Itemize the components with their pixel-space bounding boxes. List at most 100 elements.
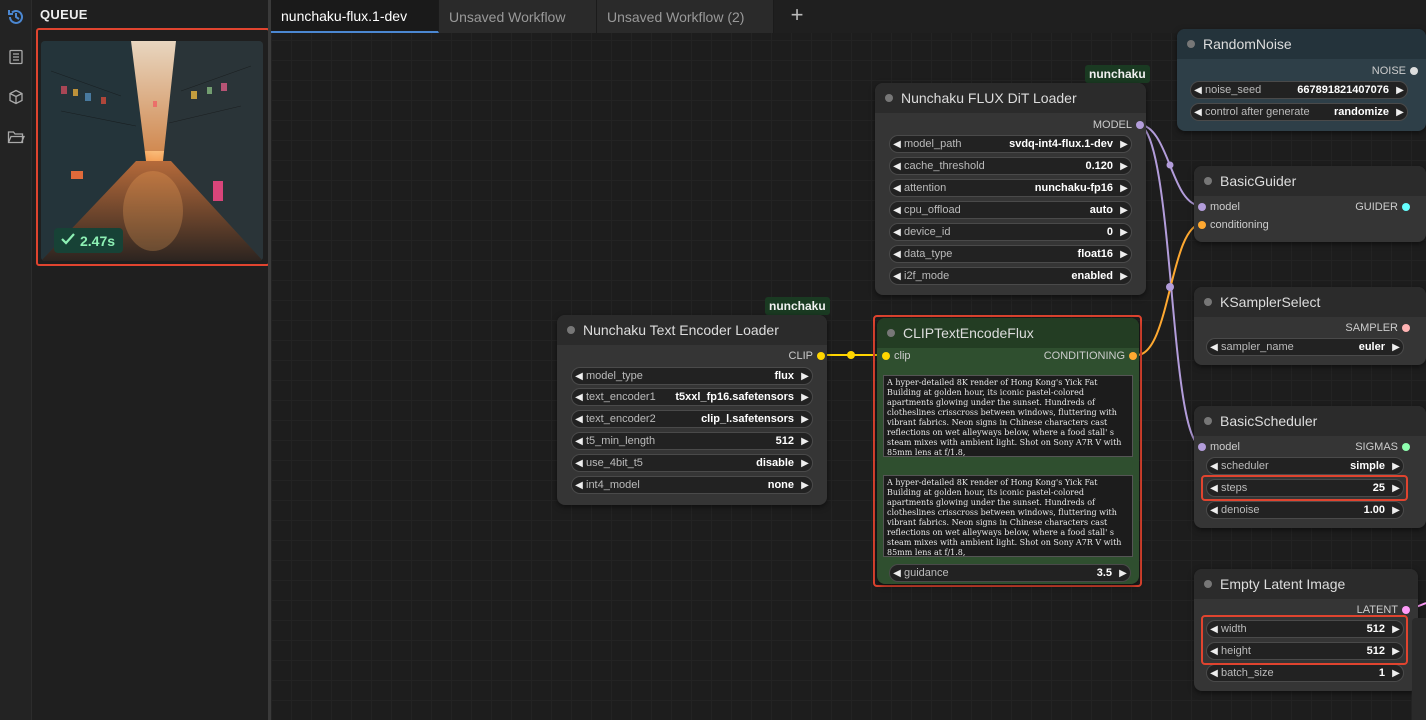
widget-device-id[interactable]: ◀ device_id 0 ▶ <box>889 223 1132 241</box>
arrow-right-icon: ▶ <box>801 413 809 425</box>
prompt-textarea-2[interactable]: A hyper-detailed 8K render of Hong Kong'… <box>883 475 1133 557</box>
node-title[interactable]: KSamplerSelect <box>1194 287 1426 317</box>
collapse-dot-icon[interactable] <box>1204 177 1212 185</box>
widget-t5-min-length[interactable]: ◀ t5_min_length 512 ▶ <box>571 432 813 450</box>
prompt-textarea-1[interactable]: A hyper-detailed 8K render of Hong Kong'… <box>883 375 1133 457</box>
output-sampler[interactable]: SAMPLER <box>1345 322 1410 334</box>
collapse-dot-icon[interactable] <box>1204 417 1212 425</box>
arrow-left-icon: ◀ <box>893 567 901 579</box>
arrow-right-icon: ▶ <box>801 457 809 469</box>
arrow-right-icon: ▶ <box>801 370 809 382</box>
collapse-dot-icon[interactable] <box>567 326 575 334</box>
node-badge-dit: nunchaku <box>1085 65 1150 83</box>
arrow-left-icon: ◀ <box>575 370 583 382</box>
output-guider[interactable]: GUIDER <box>1355 201 1410 213</box>
widget-batch-size[interactable]: ◀ batch_size 1 ▶ <box>1206 664 1404 682</box>
arrow-right-icon: ▶ <box>1392 504 1400 516</box>
arrow-right-icon: ▶ <box>801 479 809 491</box>
input-model[interactable]: model <box>1198 441 1240 453</box>
widget-text-encoder2[interactable]: ◀ text_encoder2 clip_l.safetensors ▶ <box>571 410 813 428</box>
node-title[interactable]: BasicGuider <box>1194 166 1426 196</box>
arrow-right-icon: ▶ <box>1120 182 1128 194</box>
arrow-right-icon: ▶ <box>1392 460 1400 472</box>
arrow-right-icon: ▶ <box>1119 567 1127 579</box>
highlight-width-height <box>1201 615 1408 665</box>
widget-cpu-offload[interactable]: ◀ cpu_offload auto ▶ <box>889 201 1132 219</box>
widget-model-path[interactable]: ◀ model_path svdq-int4-flux.1-dev ▶ <box>889 135 1132 153</box>
widget-i2f-mode[interactable]: ◀ i2f_mode enabled ▶ <box>889 267 1132 285</box>
arrow-left-icon: ◀ <box>893 226 901 238</box>
arrow-right-icon: ▶ <box>1120 226 1128 238</box>
node-random-noise[interactable]: RandomNoise NOISE ◀ noise_seed 66789182140… <box>1177 29 1426 131</box>
node-title[interactable]: Empty Latent Image <box>1194 569 1418 599</box>
arrow-right-icon: ▶ <box>1120 248 1128 260</box>
collapse-dot-icon[interactable] <box>1187 40 1195 48</box>
collapse-dot-icon[interactable] <box>1204 298 1212 306</box>
collapse-dot-icon[interactable] <box>887 329 895 337</box>
canvas-controls[interactable] <box>1412 618 1426 720</box>
arrow-left-icon: ◀ <box>575 479 583 491</box>
arrow-right-icon: ▶ <box>1392 341 1400 353</box>
arrow-left-icon: ◀ <box>1210 667 1218 679</box>
arrow-left-icon: ◀ <box>575 391 583 403</box>
arrow-left-icon: ◀ <box>1194 84 1202 96</box>
node-title[interactable]: RandomNoise <box>1177 29 1426 59</box>
arrow-right-icon: ▶ <box>1120 204 1128 216</box>
arrow-left-icon: ◀ <box>575 457 583 469</box>
widget-use-4bit-t5[interactable]: ◀ use_4bit_t5 disable ▶ <box>571 454 813 472</box>
arrow-right-icon: ▶ <box>801 435 809 447</box>
output-clip[interactable]: CLIP <box>789 350 825 362</box>
arrow-right-icon: ▶ <box>1120 160 1128 172</box>
collapse-dot-icon[interactable] <box>885 94 893 102</box>
arrow-right-icon: ▶ <box>1120 270 1128 282</box>
widget-control-after-generate[interactable]: ◀ control after generate randomize ▶ <box>1190 103 1408 121</box>
node-badge-text-encoder: nunchaku <box>765 297 830 315</box>
arrow-left-icon: ◀ <box>893 204 901 216</box>
arrow-left-icon: ◀ <box>893 248 901 260</box>
widget-denoise[interactable]: ◀ denoise 1.00 ▶ <box>1206 501 1404 519</box>
arrow-left-icon: ◀ <box>1210 504 1218 516</box>
node-text-encoder-loader[interactable]: Nunchaku Text Encoder Loader CLIP ◀ model… <box>557 315 827 505</box>
output-sigmas[interactable]: SIGMAS <box>1355 441 1410 453</box>
node-dit-loader[interactable]: Nunchaku FLUX DiT Loader MODEL ◀ model_pa… <box>875 83 1146 295</box>
arrow-left-icon: ◀ <box>893 160 901 172</box>
collapse-dot-icon[interactable] <box>1204 580 1212 588</box>
input-clip[interactable]: clip <box>882 350 911 362</box>
node-title[interactable]: Nunchaku Text Encoder Loader <box>557 315 827 345</box>
widget-text-encoder1[interactable]: ◀ text_encoder1 t5xxl_fp16.safetensors ▶ <box>571 388 813 406</box>
widget-data-type[interactable]: ◀ data_type float16 ▶ <box>889 245 1132 263</box>
output-model[interactable]: MODEL <box>1093 119 1144 131</box>
widget-int4-model[interactable]: ◀ int4_model none ▶ <box>571 476 813 494</box>
widget-cache-threshold[interactable]: ◀ cache_threshold 0.120 ▶ <box>889 157 1132 175</box>
arrow-left-icon: ◀ <box>893 182 901 194</box>
arrow-left-icon: ◀ <box>893 270 901 282</box>
widget-attention[interactable]: ◀ attention nunchaku-fp16 ▶ <box>889 179 1132 197</box>
widget-noise-seed[interactable]: ◀ noise_seed 667891821407076 ▶ <box>1190 81 1408 99</box>
arrow-right-icon: ▶ <box>1392 667 1400 679</box>
node-basic-scheduler[interactable]: BasicScheduler model SIGMAS ◀ scheduler si… <box>1194 406 1426 528</box>
node-basic-guider[interactable]: BasicGuider model conditioning GUIDER <box>1194 166 1426 242</box>
widget-sampler-name[interactable]: ◀ sampler_name euler ▶ <box>1206 338 1404 356</box>
arrow-left-icon: ◀ <box>893 138 901 150</box>
arrow-left-icon: ◀ <box>575 413 583 425</box>
node-title[interactable]: BasicScheduler <box>1194 406 1426 436</box>
node-title[interactable]: CLIPTextEncodeFlux <box>877 318 1139 348</box>
node-ksampler-select[interactable]: KSamplerSelect SAMPLER ◀ sampler_name eule… <box>1194 287 1426 365</box>
node-clip-text-encode-flux[interactable]: CLIPTextEncodeFlux clip CONDITIONING A h… <box>877 318 1139 584</box>
output-noise[interactable]: NOISE <box>1372 65 1418 77</box>
arrow-left-icon: ◀ <box>1194 106 1202 118</box>
widget-scheduler[interactable]: ◀ scheduler simple ▶ <box>1206 457 1404 475</box>
node-title[interactable]: Nunchaku FLUX DiT Loader <box>875 83 1146 113</box>
input-conditioning[interactable]: conditioning <box>1198 219 1269 231</box>
arrow-left-icon: ◀ <box>1210 460 1218 472</box>
arrow-right-icon: ▶ <box>1396 106 1404 118</box>
highlight-steps <box>1201 475 1408 501</box>
arrow-right-icon: ▶ <box>1396 84 1404 96</box>
input-model[interactable]: model <box>1198 201 1240 213</box>
arrow-right-icon: ▶ <box>1120 138 1128 150</box>
widget-model-type[interactable]: ◀ model_type flux ▶ <box>571 367 813 385</box>
output-conditioning[interactable]: CONDITIONING <box>1044 350 1137 362</box>
arrow-left-icon: ◀ <box>1210 341 1218 353</box>
widget-guidance[interactable]: ◀ guidance 3.5 ▶ <box>889 564 1131 582</box>
arrow-right-icon: ▶ <box>801 391 809 403</box>
